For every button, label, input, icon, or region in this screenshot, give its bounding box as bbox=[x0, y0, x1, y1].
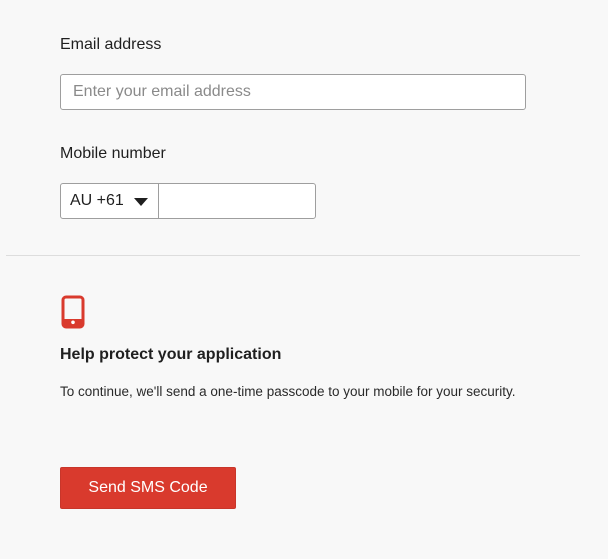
mfa-form: Email address Mobile number AU +61 Help … bbox=[0, 0, 608, 559]
country-code-value: AU +61 bbox=[70, 192, 124, 209]
section-heading: Help protect your application bbox=[60, 346, 282, 363]
mobile-phone-icon bbox=[61, 295, 85, 329]
mobile-number-field[interactable] bbox=[158, 183, 316, 219]
email-field[interactable] bbox=[60, 74, 526, 110]
section-divider bbox=[6, 255, 580, 256]
email-label: Email address bbox=[60, 36, 162, 53]
mobile-label: Mobile number bbox=[60, 145, 166, 162]
country-code-select[interactable]: AU +61 bbox=[60, 183, 159, 219]
section-description: To continue, we'll send a one-time passc… bbox=[60, 384, 516, 399]
chevron-down-icon bbox=[134, 198, 148, 206]
send-sms-code-button[interactable]: Send SMS Code bbox=[60, 467, 236, 509]
